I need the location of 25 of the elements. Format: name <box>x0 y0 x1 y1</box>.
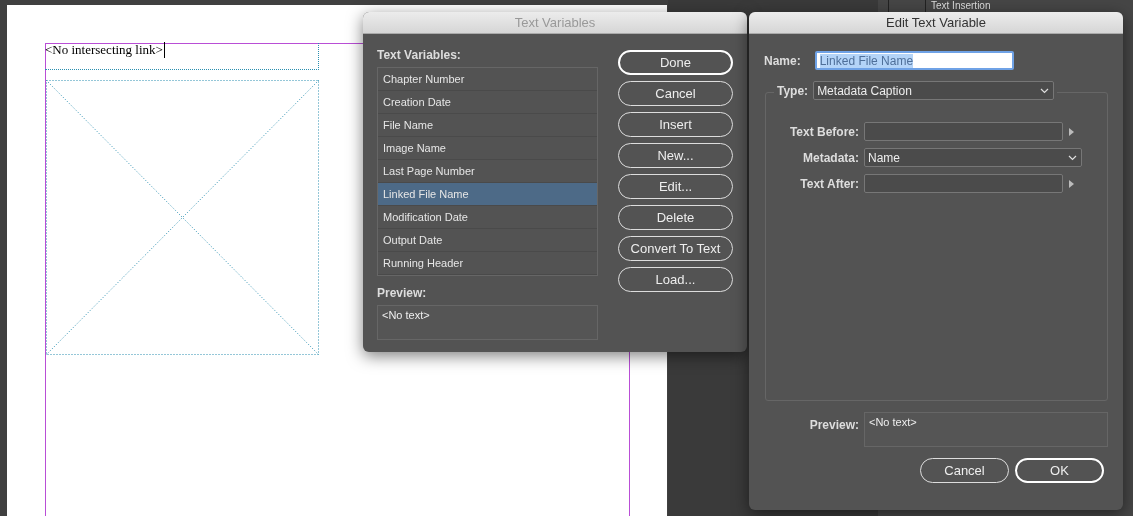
dialog-button[interactable]: OK <box>1015 458 1104 483</box>
name-field[interactable]: Linked File Name <box>814 51 1014 70</box>
preview-label: Preview: <box>377 286 428 300</box>
field-label: Type: <box>777 83 809 98</box>
type-dropdown[interactable]: Metadata Caption <box>813 81 1055 100</box>
dialog-title: Edit Text Variable <box>886 15 986 30</box>
preview-box: <No text> <box>377 305 598 340</box>
field-label: Name: <box>764 53 801 68</box>
list-item[interactable]: Linked File Name <box>378 183 597 206</box>
preview-label: Preview: <box>809 418 859 432</box>
chevron-icon <box>1068 154 1077 161</box>
triangle-icon[interactable] <box>1069 127 1074 136</box>
input-field[interactable] <box>864 122 1063 141</box>
list-label: Text Variables: <box>377 48 462 62</box>
triangle-icon[interactable] <box>1069 179 1074 188</box>
input-field[interactable] <box>864 174 1063 193</box>
panel-title: Text Insertion <box>931 0 991 11</box>
chevron-icon <box>1040 87 1050 94</box>
field-label: Text After: <box>799 176 859 191</box>
preview-box: <No text> <box>864 412 1108 447</box>
field-label: Text Before: <box>788 124 859 139</box>
dialog-title: Text Variables <box>514 15 596 30</box>
dialog-button[interactable]: Done <box>618 50 733 75</box>
metadata-dropdown[interactable]: Name <box>864 148 1082 167</box>
field-label: Metadata: <box>802 150 859 165</box>
